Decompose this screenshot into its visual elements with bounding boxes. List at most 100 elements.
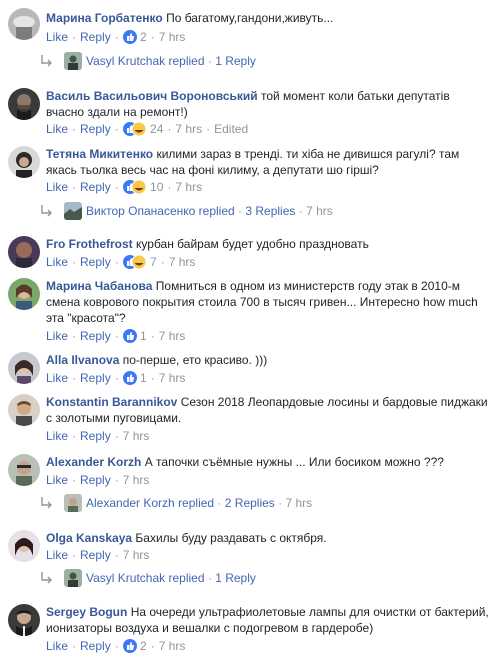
comment-text: Бахилы буду раздавать с октября. — [135, 531, 327, 545]
reply-button[interactable]: Reply — [80, 30, 111, 44]
like-button[interactable]: Like — [46, 255, 68, 269]
like-reaction-icon[interactable] — [122, 370, 137, 385]
reply-action: replied — [168, 571, 205, 585]
comment-author[interactable]: Марина Чабанова — [46, 279, 152, 293]
like-button[interactable]: Like — [46, 122, 68, 136]
avatar[interactable] — [8, 8, 40, 40]
reply-count[interactable]: 1 Reply — [215, 571, 256, 585]
avatar[interactable] — [8, 352, 40, 384]
reply-button[interactable]: Reply — [80, 639, 111, 653]
edited-label[interactable]: Edited — [214, 122, 248, 136]
reaction-count[interactable]: 1 — [140, 371, 147, 385]
reply-author[interactable]: Vasyl Krutchak — [86, 54, 165, 68]
reaction-count[interactable]: 1 — [140, 329, 147, 343]
avatar[interactable] — [8, 88, 40, 120]
comment-author[interactable]: Alla Ilvanova — [46, 353, 119, 367]
like-button[interactable]: Like — [46, 180, 68, 194]
reply-avatar — [64, 569, 82, 587]
like-reaction-icon[interactable] — [122, 328, 137, 343]
avatar[interactable] — [8, 278, 40, 310]
reply-avatar — [64, 494, 82, 512]
reply-avatar — [64, 202, 82, 220]
comment-time[interactable]: 7 hrs — [159, 639, 186, 653]
comment-author[interactable]: Василь Васильович Вороновський — [46, 89, 258, 103]
reply-count[interactable]: 3 Replies — [245, 204, 295, 218]
reply-button[interactable]: Reply — [80, 329, 111, 343]
reply-button[interactable]: Reply — [80, 255, 111, 269]
comment-author[interactable]: Konstantin Barannikov — [46, 395, 177, 409]
reply-avatar — [64, 52, 82, 70]
avatar[interactable] — [8, 236, 40, 268]
like-haha-reaction-icon[interactable] — [122, 254, 147, 269]
reply-author[interactable]: Виктор Опанасенко — [86, 204, 195, 218]
reply-author[interactable]: Vasyl Krutchak — [86, 571, 165, 585]
comment-actions: Like · Reply · 7 hrs — [46, 473, 150, 487]
reply-button[interactable]: Reply — [80, 473, 111, 487]
reply-time[interactable]: 7 hrs — [306, 204, 333, 218]
reply-button[interactable]: Reply — [80, 371, 111, 385]
like-button[interactable]: Like — [46, 371, 68, 385]
reaction-count[interactable]: 2 — [140, 639, 147, 653]
comment-actions: Like · Reply · 7 hrs — [46, 429, 150, 443]
reaction-count[interactable]: 10 — [150, 180, 163, 194]
comment-actions: Like · Reply · 7 · 7 hrs — [46, 254, 196, 269]
reaction-count[interactable]: 7 — [150, 255, 157, 269]
reply-count[interactable]: 2 Replies — [225, 496, 275, 510]
comment-time[interactable]: 7 hrs — [123, 548, 150, 562]
comment-time[interactable]: 7 hrs — [123, 473, 150, 487]
reply-time[interactable]: 7 hrs — [285, 496, 312, 510]
reply-button[interactable]: Reply — [80, 122, 111, 136]
comment-actions: Like · Reply · 1 · 7 hrs — [46, 328, 186, 343]
reply-author[interactable]: Alexander Korzh — [86, 496, 175, 510]
avatar[interactable] — [8, 394, 40, 426]
reaction-count[interactable]: 24 — [150, 122, 163, 136]
comment-text: По багатому,гандони,живуть... — [166, 11, 334, 25]
like-button[interactable]: Like — [46, 639, 68, 653]
comment-text: А тапочки съёмные нужны ... Или босиком … — [144, 455, 444, 469]
comment-time[interactable]: 7 hrs — [169, 255, 196, 269]
reply-arrow-icon — [41, 497, 52, 509]
avatar[interactable] — [8, 604, 40, 636]
comment-actions: Like · Reply · 10 · 7 hrs — [46, 179, 203, 194]
reply-action: replied — [168, 54, 205, 68]
like-reaction-icon[interactable] — [122, 638, 137, 653]
like-button[interactable]: Like — [46, 329, 68, 343]
comment-actions: Like · Reply · 2 · 7 hrs — [46, 638, 186, 653]
comment-text: курбан байрам будет удобно праздновать — [136, 237, 369, 251]
comment-author[interactable]: Sergey Bogun — [46, 605, 127, 619]
avatar[interactable] — [8, 530, 40, 562]
reply-count[interactable]: 1 Reply — [215, 54, 256, 68]
comment-time[interactable]: 7 hrs — [159, 371, 186, 385]
comment-author[interactable]: Olga Kanskaya — [46, 531, 132, 545]
comment-time[interactable]: 7 hrs — [123, 429, 150, 443]
comment-actions: Like · Reply · 1 · 7 hrs — [46, 370, 186, 385]
reply-button[interactable]: Reply — [80, 548, 111, 562]
comment-actions: Like · Reply · 2 · 7 hrs — [46, 29, 186, 44]
comment-time[interactable]: 7 hrs — [159, 329, 186, 343]
reply-arrow-icon — [41, 572, 52, 584]
comment-actions: Like · Reply · 7 hrs — [46, 548, 150, 562]
like-haha-reaction-icon[interactable] — [122, 121, 147, 136]
like-button[interactable]: Like — [46, 429, 68, 443]
comment-author[interactable]: Тетяна Микитенко — [46, 147, 153, 161]
avatar[interactable] — [8, 146, 40, 178]
comment-author[interactable]: Марина Горбатенко — [46, 11, 163, 25]
like-haha-reaction-icon[interactable] — [122, 179, 147, 194]
avatar[interactable] — [8, 454, 40, 486]
comment-time[interactable]: 7 hrs — [175, 122, 202, 136]
comment-time[interactable]: 7 hrs — [159, 30, 186, 44]
like-button[interactable]: Like — [46, 548, 68, 562]
like-button[interactable]: Like — [46, 30, 68, 44]
reply-action: replied — [178, 496, 215, 510]
reply-button[interactable]: Reply — [80, 180, 111, 194]
comment-author[interactable]: Fro Frothefrost — [46, 237, 133, 251]
comment-author[interactable]: Alexander Korzh — [46, 455, 141, 469]
like-reaction-icon[interactable] — [122, 29, 137, 44]
reply-arrow-icon — [41, 55, 52, 67]
reaction-count[interactable]: 2 — [140, 30, 147, 44]
like-button[interactable]: Like — [46, 473, 68, 487]
comment-time[interactable]: 7 hrs — [175, 180, 202, 194]
reply-arrow-icon — [41, 205, 52, 217]
reply-button[interactable]: Reply — [80, 429, 111, 443]
comment-actions: Like · Reply · 24 · 7 hrs · Edited — [46, 121, 249, 136]
